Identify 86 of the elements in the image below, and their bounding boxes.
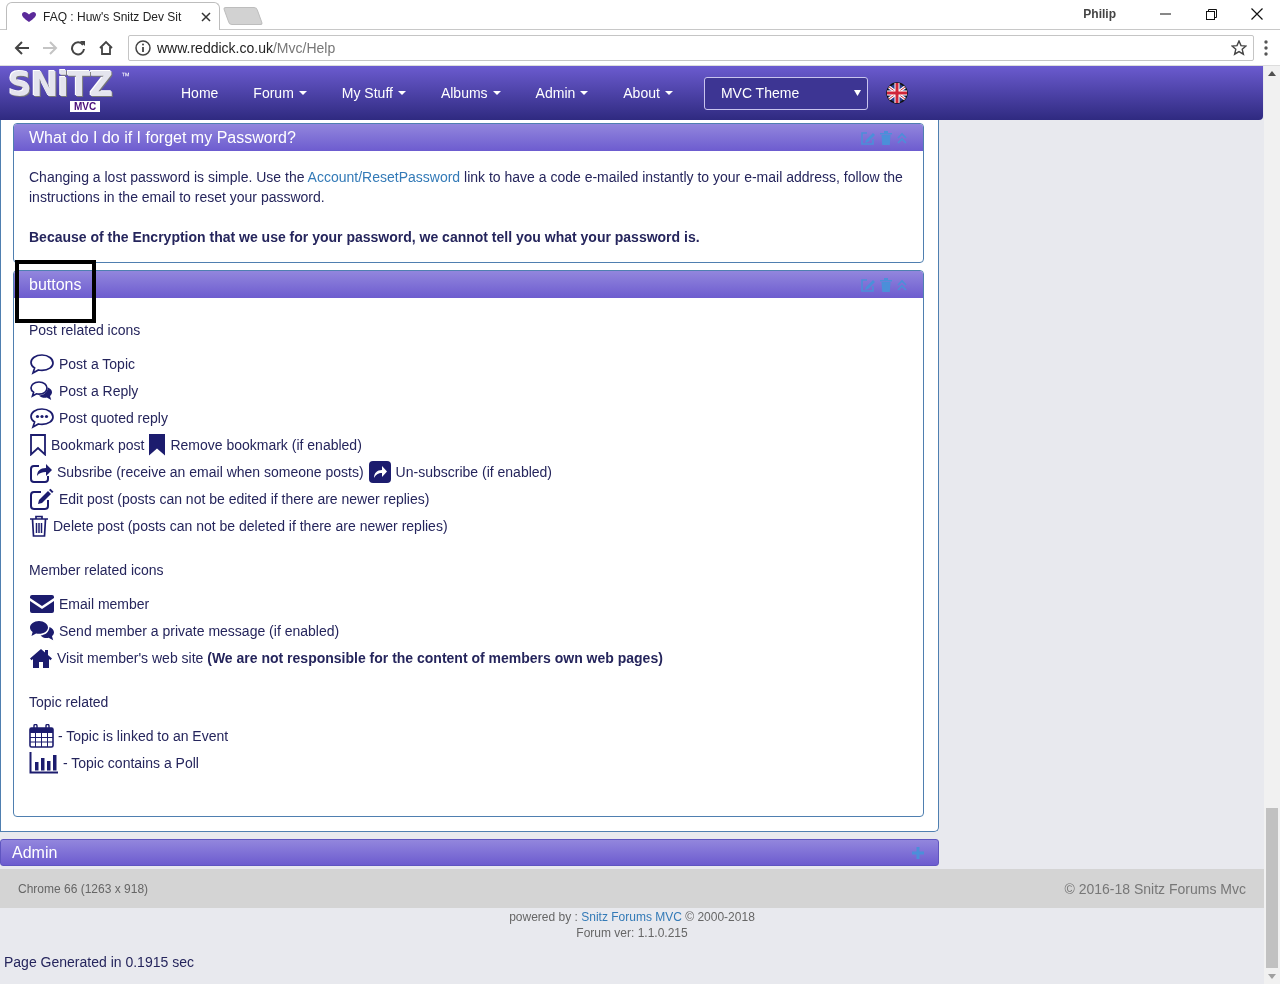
browser-tab[interactable]: FAQ : Huw's Snitz Dev Sit xyxy=(6,2,220,30)
close-icon[interactable] xyxy=(201,11,211,22)
browser-info: Chrome 66 (1263 x 918) xyxy=(18,881,149,896)
scroll-up-icon[interactable] xyxy=(1268,71,1276,76)
icon-description: Edit post (posts can not be edited if there are newer replies) xyxy=(59,490,430,507)
forum-version: Forum ver: 1.1.0.215 xyxy=(575,925,689,941)
speech-bubble-dots-icon xyxy=(29,406,55,429)
section-heading: Topic related xyxy=(29,693,110,712)
admin-panel-header[interactable]: Admin xyxy=(0,839,939,866)
icon-description: Remove bookmark (if enabled) xyxy=(170,436,362,453)
close-icon xyxy=(1251,8,1263,20)
powered-by-text: powered by : Snitz Forums MVC © 2000-2018 xyxy=(508,909,756,925)
share-square-icon xyxy=(367,460,392,483)
nav-dropdown[interactable]: Forum xyxy=(235,73,324,113)
caret-icon xyxy=(853,90,861,96)
new-tab-button[interactable] xyxy=(222,7,264,25)
favicon-icon xyxy=(21,10,37,23)
reload-icon xyxy=(70,39,86,56)
collapse-chevron-icon[interactable] xyxy=(896,131,908,144)
minimize-icon xyxy=(1159,13,1171,15)
uk-flag-icon[interactable] xyxy=(885,82,908,104)
chat-bubbles-icon xyxy=(29,619,55,642)
theme-select[interactable]: MVC Theme xyxy=(703,76,868,110)
calendar-icon xyxy=(29,723,54,748)
info-icon xyxy=(135,39,151,56)
logo-wordmark[interactable]: SNiTZ xyxy=(8,70,113,100)
panel-title: Admin xyxy=(12,843,58,862)
trash-icon[interactable] xyxy=(880,130,892,145)
logo-subtitle: MVC xyxy=(70,101,101,112)
icon-description: - Topic contains a Poll xyxy=(63,754,199,771)
answer-paragraph: Changing a lost password is simple. Use the Account/ResetPassword link to have a code e-mailed instantly to your e-mail address, follow the instructions in the email to reset your password. xyxy=(29,168,904,207)
speech-bubble-icon xyxy=(29,352,55,375)
back-arrow-icon xyxy=(14,39,30,56)
panel-header[interactable]: What do I do if I forget my Password? xyxy=(14,124,923,151)
nav-dropdown[interactable]: About xyxy=(605,73,690,113)
speech-bubbles-icon xyxy=(29,379,55,402)
nav-dropdown[interactable]: My Stuff xyxy=(323,73,423,113)
edit-icon[interactable] xyxy=(860,277,876,292)
edit-icon xyxy=(29,487,55,510)
collapse-chevron-icon[interactable] xyxy=(896,278,908,291)
icon-description: Post a Reply xyxy=(59,382,139,399)
house-icon xyxy=(29,647,53,668)
icon-description: - Topic is linked to an Event xyxy=(58,727,229,744)
profile-button[interactable]: Philip xyxy=(1083,7,1116,21)
page-generated-time: Page Generated in 0.1915 sec xyxy=(3,954,195,970)
bar-chart-icon xyxy=(29,751,59,774)
scrollbar[interactable] xyxy=(1264,66,1280,984)
restore-icon xyxy=(1205,8,1217,20)
nav-link[interactable]: Home xyxy=(163,73,236,113)
icon-description: Post a Topic xyxy=(59,355,135,372)
edit-icon[interactable] xyxy=(860,130,876,145)
panel-header[interactable]: buttons xyxy=(14,271,923,298)
trash-icon xyxy=(29,514,49,537)
trash-icon[interactable] xyxy=(880,277,892,292)
copyright-text: © 2016-18 Snitz Forums Mvc xyxy=(1064,880,1246,897)
icon-description: Send member a private message (if enabled) xyxy=(59,622,340,639)
icon-description: Bookmark post xyxy=(51,436,145,453)
plus-icon[interactable] xyxy=(912,846,924,859)
snitz-forums-link[interactable]: Snitz Forums MVC xyxy=(581,910,682,924)
scrollbar-thumb[interactable] xyxy=(1266,808,1278,968)
icon-description: Delete post (posts can not be deleted if there are newer replies) xyxy=(53,517,448,534)
bookmark-icon xyxy=(29,433,47,456)
address-bar[interactable]: www.reddick.co.uk/Mvc/Help xyxy=(128,34,1254,61)
nav-dropdown[interactable]: Admin xyxy=(517,73,606,113)
filled-bookmark-icon xyxy=(148,433,167,456)
envelope-icon xyxy=(29,593,55,614)
section-heading: Member related icons xyxy=(29,561,165,580)
answer-note: Because of the Encryption that we use for your password, we cannot tell you what your password is. xyxy=(29,228,701,247)
icon-description: Subsribe (receive an email when someone posts) xyxy=(57,463,364,480)
trademark-sign: ™ xyxy=(121,71,130,81)
icon-description: Un-subscribe (if enabled) xyxy=(395,463,552,480)
icon-description: Post quoted reply xyxy=(59,409,168,426)
scroll-down-icon[interactable] xyxy=(1268,974,1276,979)
section-heading: Post related icons xyxy=(29,321,142,340)
panel-title: buttons xyxy=(29,275,82,294)
reset-password-link[interactable]: Account/ResetPassword xyxy=(307,169,461,185)
home-icon xyxy=(98,39,114,56)
nav-dropdown[interactable]: Albums xyxy=(422,73,518,113)
panel-title: What do I do if I forget my Password? xyxy=(29,128,296,147)
url-text: www.reddick.co.uk/Mvc/Help xyxy=(157,39,337,56)
icon-description: Visit member's web site (We are not responsible for the content of members own web pages) xyxy=(57,649,663,666)
icon-description: Email member xyxy=(59,595,150,612)
tab-title: FAQ : Huw's Snitz Dev Sit xyxy=(43,9,183,24)
forward-arrow-icon xyxy=(42,39,58,56)
star-icon[interactable] xyxy=(1231,39,1247,56)
kebab-menu-icon[interactable] xyxy=(1264,39,1268,56)
